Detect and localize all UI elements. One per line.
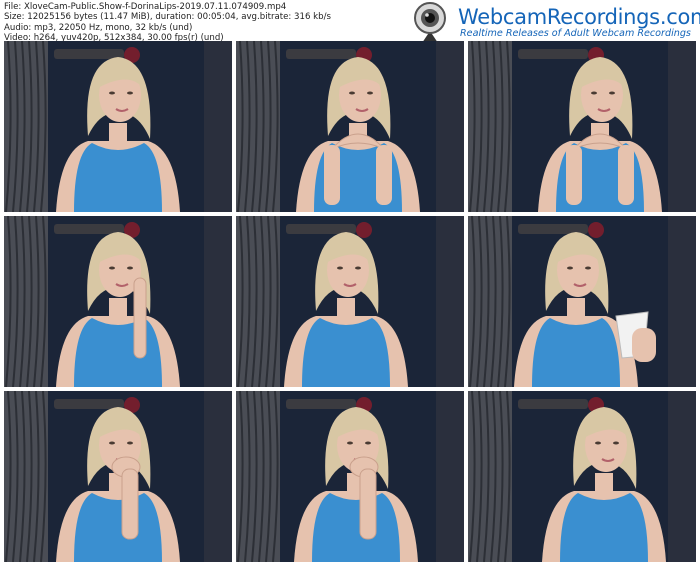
thumbnail-2[interactable] — [236, 41, 464, 212]
webcam-frame-image — [236, 391, 464, 562]
file-name-line: File: XloveCam-Public.Show-f-DorinaLips-… — [4, 2, 287, 12]
thumbnail-4[interactable] — [4, 216, 232, 387]
thumbnail-1[interactable] — [4, 41, 232, 212]
webcam-frame-image — [4, 216, 232, 387]
file-info: File: XloveCam-Public.Show-f-DorinaLips-… — [4, 2, 331, 44]
thumbnail-6[interactable] — [468, 216, 696, 387]
webcam-frame-image — [4, 391, 232, 562]
webcam-frame-image — [236, 41, 464, 212]
thumbnail-5[interactable] — [236, 216, 464, 387]
file-size-line: Size: 12025156 bytes (11.47 MiB), durati… — [4, 12, 331, 23]
site-logo[interactable]: WebcamRecordings.com Realtime Releases o… — [400, 1, 700, 47]
webcam-frame-image — [4, 41, 232, 212]
thumbnail-8[interactable] — [236, 391, 464, 562]
logo-tagline: Realtime Releases of Adult Webcam Record… — [460, 28, 691, 39]
logo-title: WebcamRecordings.com — [458, 5, 700, 29]
webcam-frame-image — [468, 391, 696, 562]
audio-info-line: Audio: mp3, 22050 Hz, mono, 32 kb/s (und… — [4, 22, 193, 33]
thumbnail-3[interactable] — [468, 41, 696, 212]
thumbnail-9[interactable] — [468, 391, 696, 562]
webcam-frame-image — [468, 41, 696, 212]
thumbnail-7[interactable] — [4, 391, 232, 562]
thumbnail-grid — [4, 41, 697, 562]
webcam-frame-image — [236, 216, 464, 387]
webcam-frame-image — [468, 216, 696, 387]
